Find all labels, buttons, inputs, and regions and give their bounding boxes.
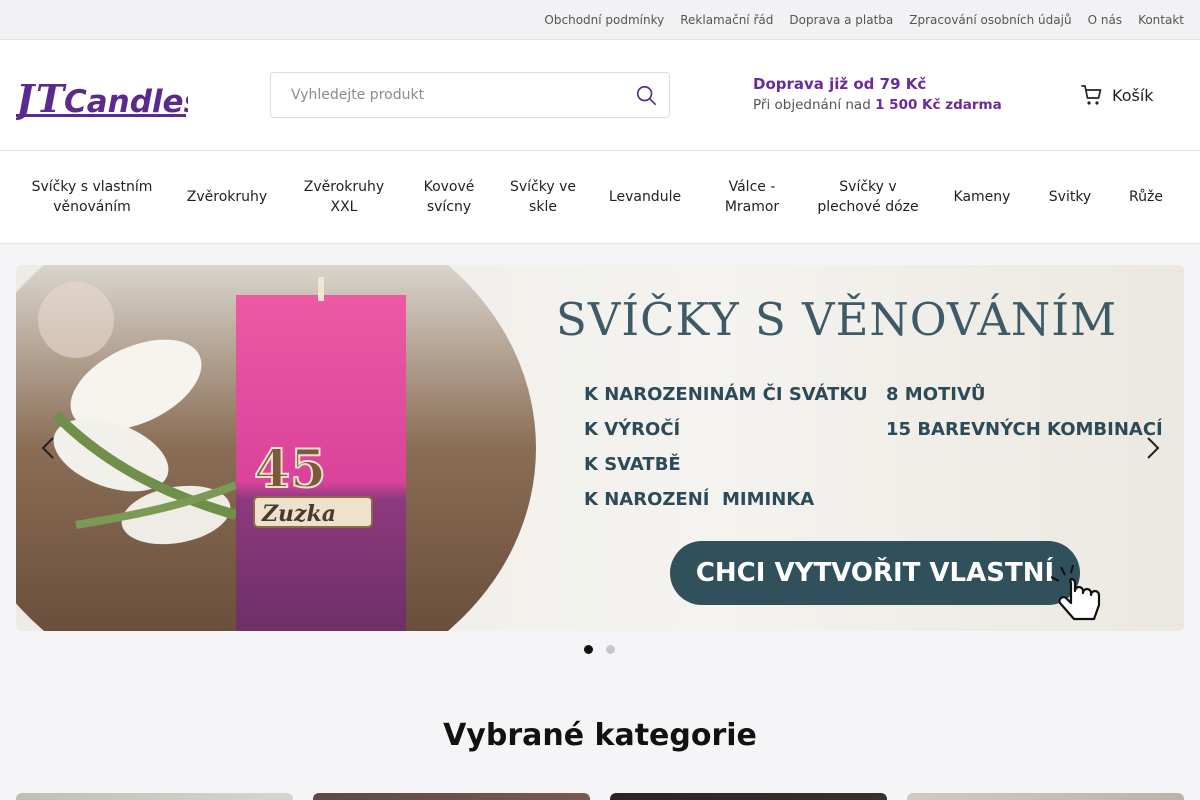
carousel-next-arrow-icon[interactable] [1137, 433, 1167, 463]
hero-title: SVÍČKY S VĚNOVÁNÍM [556, 293, 1118, 346]
link-complaints[interactable]: Reklamační řád [680, 13, 773, 27]
nav-item-scrolls[interactable]: Svitky [1032, 187, 1108, 207]
free-shipping-note: Při objednání nad 1 500 Kč zdarma [753, 97, 1002, 113]
nav-item-roses[interactable]: Růže [1108, 187, 1184, 207]
carousel-dot-1[interactable] [584, 645, 593, 654]
candle-number: 45 [254, 439, 326, 500]
hero-feature: 15 BAREVNÝCH KOMBINACÍ [886, 419, 1163, 440]
nav-item-marble-cylinders[interactable]: Válce - Mramor [700, 177, 804, 217]
carousel-dots [584, 645, 628, 654]
shipping-info: Doprava již od 79 Kč Při objednání nad 1… [753, 75, 1033, 113]
shipping-price: Doprava již od 79 Kč [753, 75, 927, 93]
top-links-bar: Obchodní podmínky Reklamační řád Doprava… [0, 0, 1200, 40]
cart-label: Košík [1112, 85, 1154, 105]
link-about[interactable]: O nás [1088, 13, 1122, 27]
cart-icon [1081, 85, 1102, 105]
nav-item-stones[interactable]: Kameny [932, 187, 1032, 207]
hero-occasion: K NAROZENÍ MIMINKA [584, 489, 815, 510]
search-icon[interactable] [635, 84, 657, 106]
nav-item-metal-holders[interactable]: Kovové svícny [402, 177, 496, 217]
link-privacy[interactable]: Zpracování osobních údajů [909, 13, 1071, 27]
nav-item-glass-candles[interactable]: Svíčky ve skle [496, 177, 590, 217]
search-box [270, 72, 670, 118]
svg-text:T: T [36, 76, 67, 120]
candle-name: Zuzka [261, 501, 336, 527]
hero-feature: 8 MOTIVŮ [886, 384, 986, 405]
hero-occasion: K SVATBĚ [584, 454, 681, 475]
category-card[interactable] [907, 793, 1184, 800]
link-shipping[interactable]: Doprava a platba [789, 13, 893, 27]
nav-item-zodiac[interactable]: Zvěrokruhy [168, 187, 286, 207]
nav-item-zodiac-xxl[interactable]: Zvěrokruhy XXL [286, 177, 402, 217]
logo[interactable]: J T Candles [16, 72, 188, 120]
search-input[interactable] [271, 73, 611, 117]
category-card[interactable] [313, 793, 590, 800]
link-contact[interactable]: Kontakt [1138, 13, 1184, 27]
category-cards [16, 793, 1200, 800]
category-nav: Svíčky s vlastním věnováním Zvěrokruhy Z… [0, 151, 1200, 244]
category-card[interactable] [16, 793, 293, 800]
hero-cta-button[interactable]: CHCI VYTVOŘIT VLASTNÍ [670, 541, 1080, 605]
section-title: Vybrané kategorie [443, 718, 757, 753]
nav-item-custom-candles[interactable]: Svíčky s vlastním věnováním [16, 177, 168, 217]
svg-text:J: J [16, 76, 37, 120]
site-header: J T Candles Doprava již od 79 Kč Při obj… [0, 40, 1200, 151]
hero-carousel[interactable]: 45 Zuzka SVÍČKY S VĚNOVÁNÍM K NAROZENINÁ… [16, 265, 1184, 631]
cart-button[interactable]: Košík [1080, 83, 1154, 107]
nav-item-tin-candles[interactable]: Svíčky v plechové dóze [804, 177, 932, 217]
hero-occasions-list: K NAROZENINÁM ČI SVÁTKU K VÝROČÍ K SVATB… [584, 377, 868, 517]
hero-occasion: K VÝROČÍ [584, 419, 681, 440]
category-card[interactable] [610, 793, 887, 800]
carousel-prev-arrow-icon[interactable] [34, 433, 64, 463]
nav-item-lavender[interactable]: Levandule [590, 187, 700, 207]
hero-candle-image: 45 Zuzka [16, 265, 536, 631]
carousel-dot-2[interactable] [606, 645, 615, 654]
pointer-hand-icon [1051, 565, 1101, 621]
hero-occasion: K NAROZENINÁM ČI SVÁTKU [584, 384, 868, 405]
link-terms[interactable]: Obchodní podmínky [544, 13, 664, 27]
hero-features-list: 8 MOTIVŮ 15 BAREVNÝCH KOMBINACÍ [886, 377, 1163, 447]
